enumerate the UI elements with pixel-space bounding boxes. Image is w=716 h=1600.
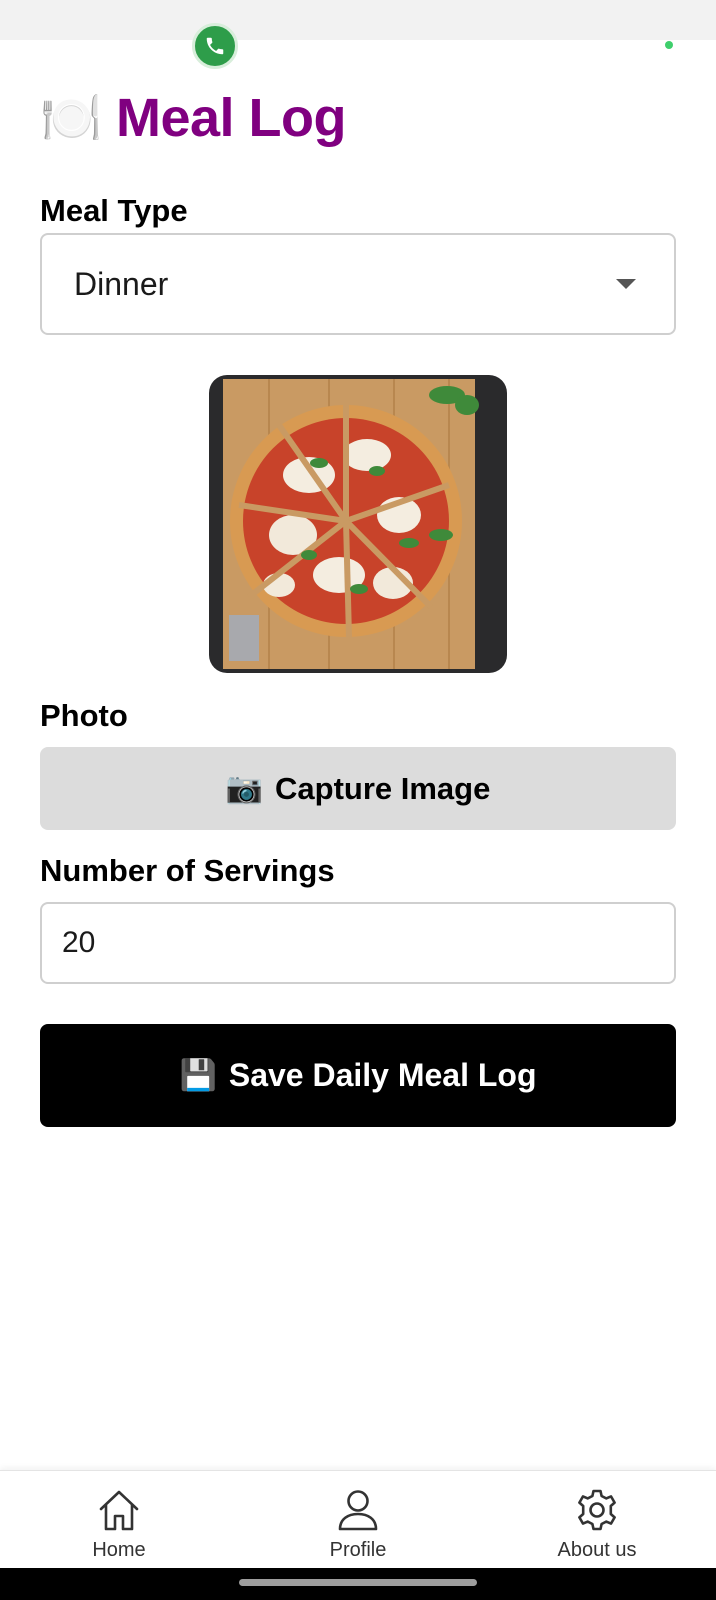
bottom-navigation: Home Profile About us	[0, 1470, 716, 1568]
meal-type-label: Meal Type	[40, 193, 188, 228]
nav-item-about-us[interactable]: About us	[507, 1471, 687, 1569]
camera-icon: 📷	[225, 771, 263, 806]
status-bar	[0, 0, 716, 40]
save-meal-log-label: Save Daily Meal Log	[228, 1057, 537, 1093]
ongoing-call-bubble[interactable]	[192, 23, 238, 69]
dropdown-caret-icon	[616, 279, 636, 289]
meal-type-select[interactable]: Dinner	[40, 233, 676, 335]
page-title: Meal Log	[116, 88, 347, 148]
privacy-indicator-dot	[665, 41, 673, 49]
save-meal-log-button[interactable]: 💾 Save Daily Meal Log	[40, 1024, 676, 1127]
photo-label: Photo	[40, 698, 128, 733]
nav-label-home: Home	[92, 1539, 146, 1561]
capture-image-button[interactable]: 📷 Capture Image	[40, 747, 676, 830]
nav-label-profile: Profile	[329, 1539, 387, 1561]
plate-cutlery-icon: 🍽️	[40, 89, 103, 147]
servings-label: Number of Servings	[40, 853, 335, 888]
capture-image-label: Capture Image	[275, 770, 491, 806]
home-icon	[99, 1490, 139, 1531]
meal-photo	[209, 375, 507, 673]
floppy-disk-icon: 💾	[179, 1058, 217, 1093]
gear-icon	[578, 1489, 616, 1531]
nav-item-profile[interactable]: Profile	[268, 1471, 448, 1569]
system-gesture-bar	[0, 1568, 716, 1600]
nav-label-about-us: About us	[557, 1539, 637, 1561]
pizza-photo-illustration	[223, 379, 479, 669]
person-icon	[338, 1490, 378, 1531]
servings-input[interactable]	[40, 902, 676, 984]
meal-type-value: Dinner	[74, 265, 169, 302]
nav-item-home[interactable]: Home	[29, 1471, 209, 1569]
home-gesture-handle[interactable]	[239, 1579, 477, 1586]
page-header: 🍽️ Meal Log	[40, 86, 347, 150]
phone-icon	[206, 37, 224, 55]
